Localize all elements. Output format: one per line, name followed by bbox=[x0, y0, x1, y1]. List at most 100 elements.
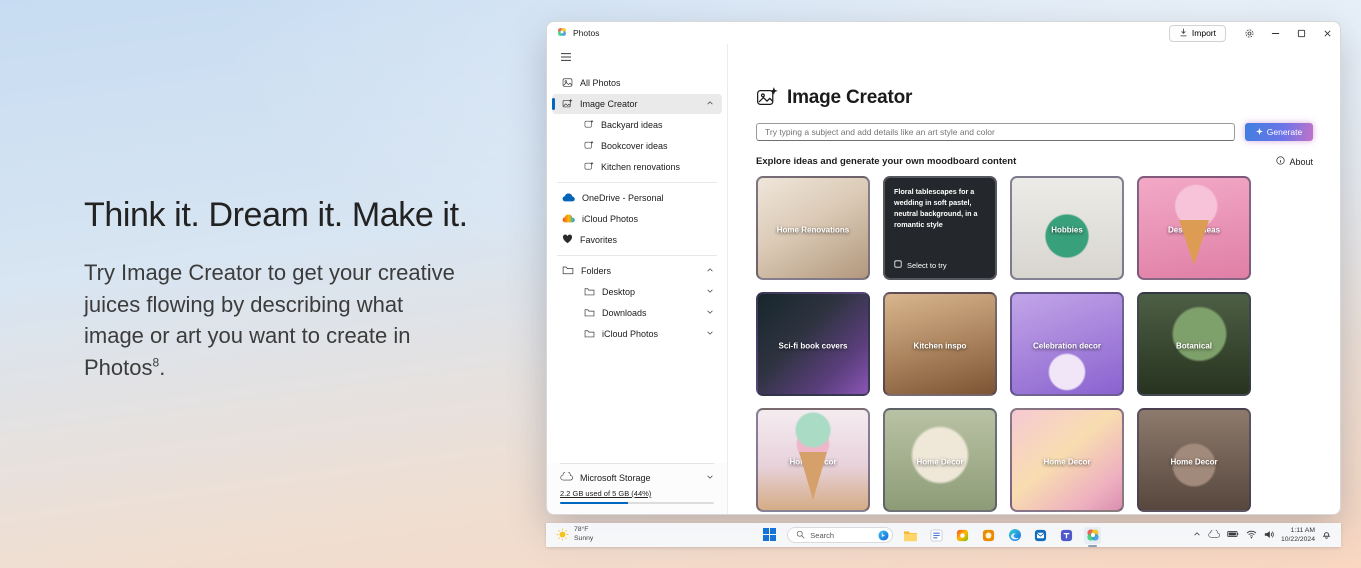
marketing-canvas: Think it. Dream it. Make it. Try Image C… bbox=[0, 0, 1361, 568]
moodboard-tile[interactable]: Home Decor bbox=[1010, 408, 1124, 512]
taskbar-clock[interactable]: 1:11 AM 10/22/2024 bbox=[1281, 526, 1315, 544]
sidebar-item-kitchen-renovations[interactable]: Kitchen renovations bbox=[552, 157, 722, 177]
tray-chevron-up-icon[interactable] bbox=[1193, 530, 1201, 540]
folder-icon bbox=[584, 308, 595, 319]
moodboard-tile[interactable]: Home Decor bbox=[883, 408, 997, 512]
bing-icon bbox=[878, 530, 889, 541]
folder-icon bbox=[584, 287, 595, 298]
sidebar-item-desktop[interactable]: Desktop bbox=[552, 282, 722, 302]
outlook-icon[interactable] bbox=[1032, 527, 1049, 544]
onedrive-icon bbox=[562, 193, 575, 204]
image-creator-pane: Image Creator Generate Explore ideas and… bbox=[728, 44, 1340, 514]
moodboard-grid: Home Renovations Floral tablescapes for … bbox=[756, 176, 1313, 512]
maximize-button[interactable] bbox=[1288, 22, 1314, 44]
page-title: Image Creator bbox=[787, 87, 912, 109]
generate-button[interactable]: Generate bbox=[1245, 123, 1313, 141]
moodboard-tile[interactable]: Dessert ideas bbox=[1137, 176, 1251, 280]
cloud-icon bbox=[560, 472, 573, 483]
moodboard-tile[interactable]: Home Renovations bbox=[756, 176, 870, 280]
menu-icon[interactable] bbox=[560, 52, 727, 64]
sidebar-item-icloud-photos[interactable]: iCloud Photos bbox=[552, 209, 722, 229]
battery-icon[interactable] bbox=[1227, 530, 1239, 540]
weather-condition: Sunny bbox=[574, 535, 593, 544]
divider bbox=[557, 255, 717, 256]
storage-usage-link[interactable]: 2.2 GB used of 5 GB (44%) bbox=[560, 489, 714, 498]
image-creator-icon bbox=[562, 98, 573, 111]
sun-icon bbox=[556, 528, 569, 543]
checkbox-icon bbox=[894, 260, 902, 270]
chevron-down-icon bbox=[706, 473, 714, 483]
sidebar-item-bookcover-ideas[interactable]: Bookcover ideas bbox=[552, 136, 722, 156]
file-explorer-icon[interactable] bbox=[902, 527, 919, 544]
sidebar-item-image-creator[interactable]: Image Creator bbox=[552, 94, 722, 114]
onedrive-tray-icon[interactable] bbox=[1208, 530, 1220, 540]
moodboard-tile[interactable]: Celebration decor bbox=[1010, 292, 1124, 396]
icloud-icon bbox=[562, 214, 575, 225]
sidebar-item-downloads[interactable]: Downloads bbox=[552, 303, 722, 323]
sidebar-item-icloud-folder[interactable]: iCloud Photos bbox=[552, 324, 722, 344]
folder-icon bbox=[584, 329, 595, 340]
import-icon bbox=[1179, 28, 1188, 39]
start-button[interactable] bbox=[761, 527, 778, 544]
all-photos-icon bbox=[562, 77, 573, 90]
window-title: Photos bbox=[573, 28, 599, 38]
volume-icon[interactable] bbox=[1264, 530, 1274, 541]
photos-app-icon bbox=[557, 27, 567, 39]
search-label: Search bbox=[810, 531, 834, 540]
storage-section: Microsoft Storage 2.2 GB used of 5 GB (4… bbox=[547, 463, 727, 514]
settings-gear-icon[interactable] bbox=[1236, 22, 1262, 44]
prompt-suggestion-text: Floral tablescapes for a wedding in soft… bbox=[894, 186, 986, 231]
clock-time: 1:11 AM bbox=[1281, 526, 1315, 535]
moodboard-tile[interactable]: Sci-fi book covers bbox=[756, 292, 870, 396]
sidebar-item-onedrive[interactable]: OneDrive - Personal bbox=[552, 188, 722, 208]
chevron-down-icon bbox=[706, 308, 714, 318]
edge-icon[interactable] bbox=[1006, 527, 1023, 544]
info-icon bbox=[1276, 156, 1285, 167]
chevron-up-icon bbox=[706, 266, 714, 276]
weather-widget[interactable]: 78°F Sunny bbox=[556, 526, 593, 544]
storage-progress-bar bbox=[560, 502, 714, 504]
storage-progress-fill bbox=[560, 502, 628, 504]
about-link[interactable]: About bbox=[1276, 156, 1313, 167]
moodboard-tile[interactable]: Home Decor bbox=[756, 408, 870, 512]
taskbar-app-icon-3[interactable] bbox=[954, 527, 971, 544]
divider bbox=[557, 182, 717, 183]
taskbar-app-icon-2[interactable] bbox=[928, 527, 945, 544]
prompt-suggestion-card[interactable]: Floral tablescapes for a wedding in soft… bbox=[883, 176, 997, 280]
taskbar-app-icon-4[interactable] bbox=[980, 527, 997, 544]
search-icon bbox=[796, 530, 805, 541]
windows-logo-icon bbox=[763, 528, 776, 543]
system-tray: 1:11 AM 10/22/2024 bbox=[1193, 526, 1331, 544]
moodboard-tile[interactable]: Botanical bbox=[1137, 292, 1251, 396]
clock-date: 10/22/2024 bbox=[1281, 535, 1315, 544]
sidebar-item-folders[interactable]: Folders bbox=[552, 261, 722, 281]
sidebar: All Photos Image Creator Backyard ideas … bbox=[547, 44, 728, 514]
microsoft-storage-row[interactable]: Microsoft Storage bbox=[560, 472, 714, 483]
moodboard-tile[interactable]: Kitchen inspo bbox=[883, 292, 997, 396]
minimize-button[interactable] bbox=[1262, 22, 1288, 44]
sidebar-item-backyard-ideas[interactable]: Backyard ideas bbox=[552, 115, 722, 135]
taskbar-search[interactable]: Search bbox=[787, 527, 893, 543]
close-button[interactable] bbox=[1314, 22, 1340, 44]
teams-icon[interactable] bbox=[1058, 527, 1075, 544]
taskbar: 78°F Sunny Search bbox=[546, 523, 1341, 547]
prompt-input[interactable] bbox=[756, 123, 1235, 141]
import-button[interactable]: Import bbox=[1169, 25, 1226, 42]
moodboard-tile[interactable]: Home Decor bbox=[1137, 408, 1251, 512]
wifi-icon[interactable] bbox=[1246, 530, 1257, 541]
chevron-down-icon bbox=[706, 287, 714, 297]
notification-bell-icon[interactable] bbox=[1322, 529, 1331, 541]
weather-temp: 78°F bbox=[574, 526, 593, 535]
sidebar-item-all-photos[interactable]: All Photos bbox=[552, 73, 722, 93]
hero-headline: Think it. Dream it. Make it. bbox=[84, 196, 494, 235]
select-to-try[interactable]: Select to try bbox=[894, 260, 986, 270]
moodboard-tile[interactable]: Hobbies bbox=[1010, 176, 1124, 280]
sidebar-item-favorites[interactable]: Favorites bbox=[552, 230, 722, 250]
image-creator-icon bbox=[584, 140, 594, 152]
hero-body: Try Image Creator to get your creative j… bbox=[84, 257, 466, 384]
photos-icon[interactable] bbox=[1084, 527, 1101, 544]
divider bbox=[560, 463, 714, 464]
heart-icon bbox=[562, 234, 573, 246]
chevron-down-icon bbox=[706, 329, 714, 339]
image-creator-icon bbox=[584, 119, 594, 131]
